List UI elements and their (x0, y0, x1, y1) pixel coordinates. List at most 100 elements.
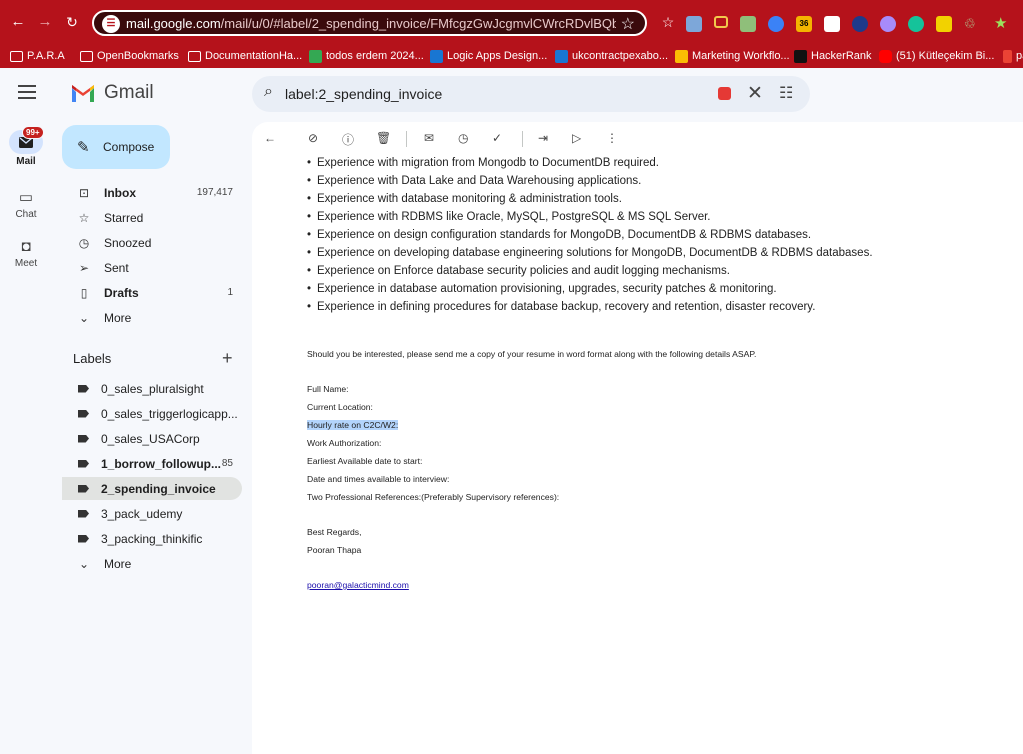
requirement-bullet: • Experience with migration from Mongodb … (307, 157, 659, 169)
chevron-down-icon: ⌄ (78, 556, 90, 571)
add-task-icon[interactable]: ✓ (492, 131, 502, 145)
archive-icon[interactable]: ⊘ (308, 131, 318, 145)
bookmark-page-icon[interactable]: ☆ (658, 12, 678, 32)
azure-icon (430, 49, 443, 63)
bookmark-item[interactable]: HackerRank (794, 48, 872, 64)
clear-search-icon[interactable]: ✕ (747, 82, 763, 105)
extension-icon[interactable] (824, 16, 840, 32)
reload-icon[interactable]: ↻ (62, 12, 82, 32)
nav-more[interactable]: ⌄ More (62, 306, 242, 329)
gmail-logo-text: Gmail (104, 82, 154, 103)
signature-email-link[interactable]: pooran@galacticmind.com (307, 580, 409, 590)
gmail-m-icon (70, 83, 96, 103)
label-item[interactable]: 3_pack_udemy (62, 502, 242, 525)
labels-more[interactable]: ⌄ More (62, 552, 242, 575)
nav-starred[interactable]: ☆ Starred (62, 206, 242, 229)
nav-sent[interactable]: ➢ Sent (62, 256, 242, 279)
clock-icon: ◷ (78, 235, 90, 250)
extension-icon[interactable] (686, 16, 702, 32)
label-name: 0_sales_USACorp (101, 431, 200, 446)
extension-icon[interactable] (880, 16, 896, 32)
rail-chat-label: Chat (15, 209, 37, 220)
compose-button[interactable]: ✎ Compose (62, 125, 170, 169)
bookmark-item[interactable]: OpenBookmarks (80, 48, 179, 64)
detail-field: Date and times available to interview: (307, 474, 450, 484)
url-text: mail.google.com/mail/u/0/#label/2_spendi… (126, 16, 616, 31)
search-bar[interactable]: ⌕ label:2_spending_invoice ✕ ☷ (252, 76, 810, 112)
extension-icon[interactable] (852, 16, 868, 32)
report-spam-icon[interactable]: ⓘ (342, 131, 354, 148)
bookmark-item[interactable]: P.A.R.A (10, 48, 65, 64)
detail-field: Earliest Available date to start: (307, 456, 423, 466)
unread-badge: 99+ (22, 126, 44, 139)
label-tag-icon (78, 384, 89, 393)
address-bar[interactable]: ☰ mail.google.com/mail/u/0/#label/2_spen… (92, 10, 647, 36)
azure-icon (555, 49, 568, 63)
bookmark-item[interactable]: ukcontractpexabo... (555, 48, 668, 64)
detail-field: Current Location: (307, 402, 373, 412)
nav-snoozed[interactable]: ◷ Snoozed (62, 231, 242, 254)
back-arrow-icon[interactable]: ← (264, 131, 276, 145)
more-options-icon[interactable]: ⋮ (606, 131, 618, 145)
rail-meet-label: Meet (14, 258, 38, 269)
bookmark-item[interactable]: DocumentationHa... (188, 48, 302, 64)
snooze-icon[interactable]: ◷ (458, 131, 468, 145)
bookmark-item[interactable]: Marketing Workflo... (675, 48, 790, 64)
move-to-icon[interactable]: ⇥ (538, 131, 548, 145)
label-tag-icon (78, 509, 89, 518)
label-item[interactable]: 0_sales_USACorp (62, 427, 242, 450)
label-name: 3_packing_thinkific (101, 531, 203, 546)
search-input[interactable]: label:2_spending_invoice (285, 86, 442, 102)
bookmark-item[interactable]: Logic Apps Design... (430, 48, 547, 64)
nav-label: Starred (104, 210, 144, 225)
extension-icon[interactable] (768, 16, 784, 32)
nav-inbox[interactable]: ⊡ Inbox 197,417 (62, 181, 242, 204)
extension-icon[interactable] (936, 16, 952, 32)
extension-icon[interactable] (714, 16, 728, 28)
forward-arrow-icon[interactable]: → (35, 12, 55, 32)
bookmark-star-icon[interactable]: ☆ (621, 14, 635, 34)
add-label-icon[interactable]: + (222, 348, 233, 369)
rail-chat[interactable]: ▭ Chat (0, 188, 52, 220)
compose-label: Compose (103, 140, 155, 154)
label-item[interactable]: 1_borrow_followup... 85 (62, 452, 242, 475)
grammarly-icon[interactable] (908, 16, 924, 32)
mark-unread-icon[interactable]: ✉ (424, 131, 434, 145)
extension-icon[interactable]: ★ (994, 16, 1010, 32)
label-icon[interactable]: ▷ (572, 131, 581, 145)
label-item-active[interactable]: 2_spending_invoice (62, 477, 242, 500)
extension-icon[interactable] (740, 16, 756, 32)
site-settings-icon[interactable]: ☰ (102, 15, 120, 33)
folder-icon (80, 50, 93, 62)
nav-count: 1 (227, 287, 233, 298)
nav-label: Inbox (104, 185, 136, 200)
label-item[interactable]: 3_packing_thinkific (62, 527, 242, 550)
label-name: 2_spending_invoice (101, 481, 216, 496)
extension-icon[interactable]: ♲ (964, 16, 980, 32)
closing-text: Best Regards, (307, 527, 362, 537)
label-item[interactable]: 0_sales_pluralsight (62, 377, 242, 400)
detail-field: Full Name: (307, 384, 349, 394)
search-icon[interactable]: ⌕ (264, 83, 273, 101)
gmail-logo[interactable]: Gmail (70, 82, 154, 104)
label-tag-icon (78, 534, 89, 543)
toolbar-divider (406, 131, 407, 147)
intro-paragraph: Should you be interested, please send me… (307, 349, 757, 359)
main-menu-icon[interactable] (18, 85, 36, 99)
rail-mail[interactable]: 99+ Mail (0, 126, 52, 167)
folder-icon (10, 50, 23, 62)
extension-icon[interactable]: 36 (796, 16, 812, 32)
delete-icon[interactable]: 🗑 (376, 131, 391, 145)
draft-file-icon: ▯ (80, 285, 88, 300)
bookmark-item[interactable]: (51) Kütleçekim Bi... (879, 48, 994, 64)
gmail-app: Gmail ⌕ label:2_spending_invoice ✕ ☷ 99+… (0, 68, 1023, 754)
search-options-icon[interactable]: ☷ (779, 83, 793, 103)
extension-badge-icon[interactable] (718, 87, 731, 100)
label-item[interactable]: 0_sales_triggerlogicapp... (62, 402, 242, 425)
bookmark-item[interactable]: pa (1003, 48, 1023, 64)
bookmark-item[interactable]: todos erdem 2024... (309, 48, 424, 64)
rail-meet[interactable]: ◘ Meet (0, 238, 52, 269)
back-arrow-icon[interactable]: ← (8, 12, 28, 32)
nav-drafts[interactable]: ▯ Drafts 1 (62, 281, 242, 304)
inbox-icon: ⊡ (78, 185, 90, 200)
